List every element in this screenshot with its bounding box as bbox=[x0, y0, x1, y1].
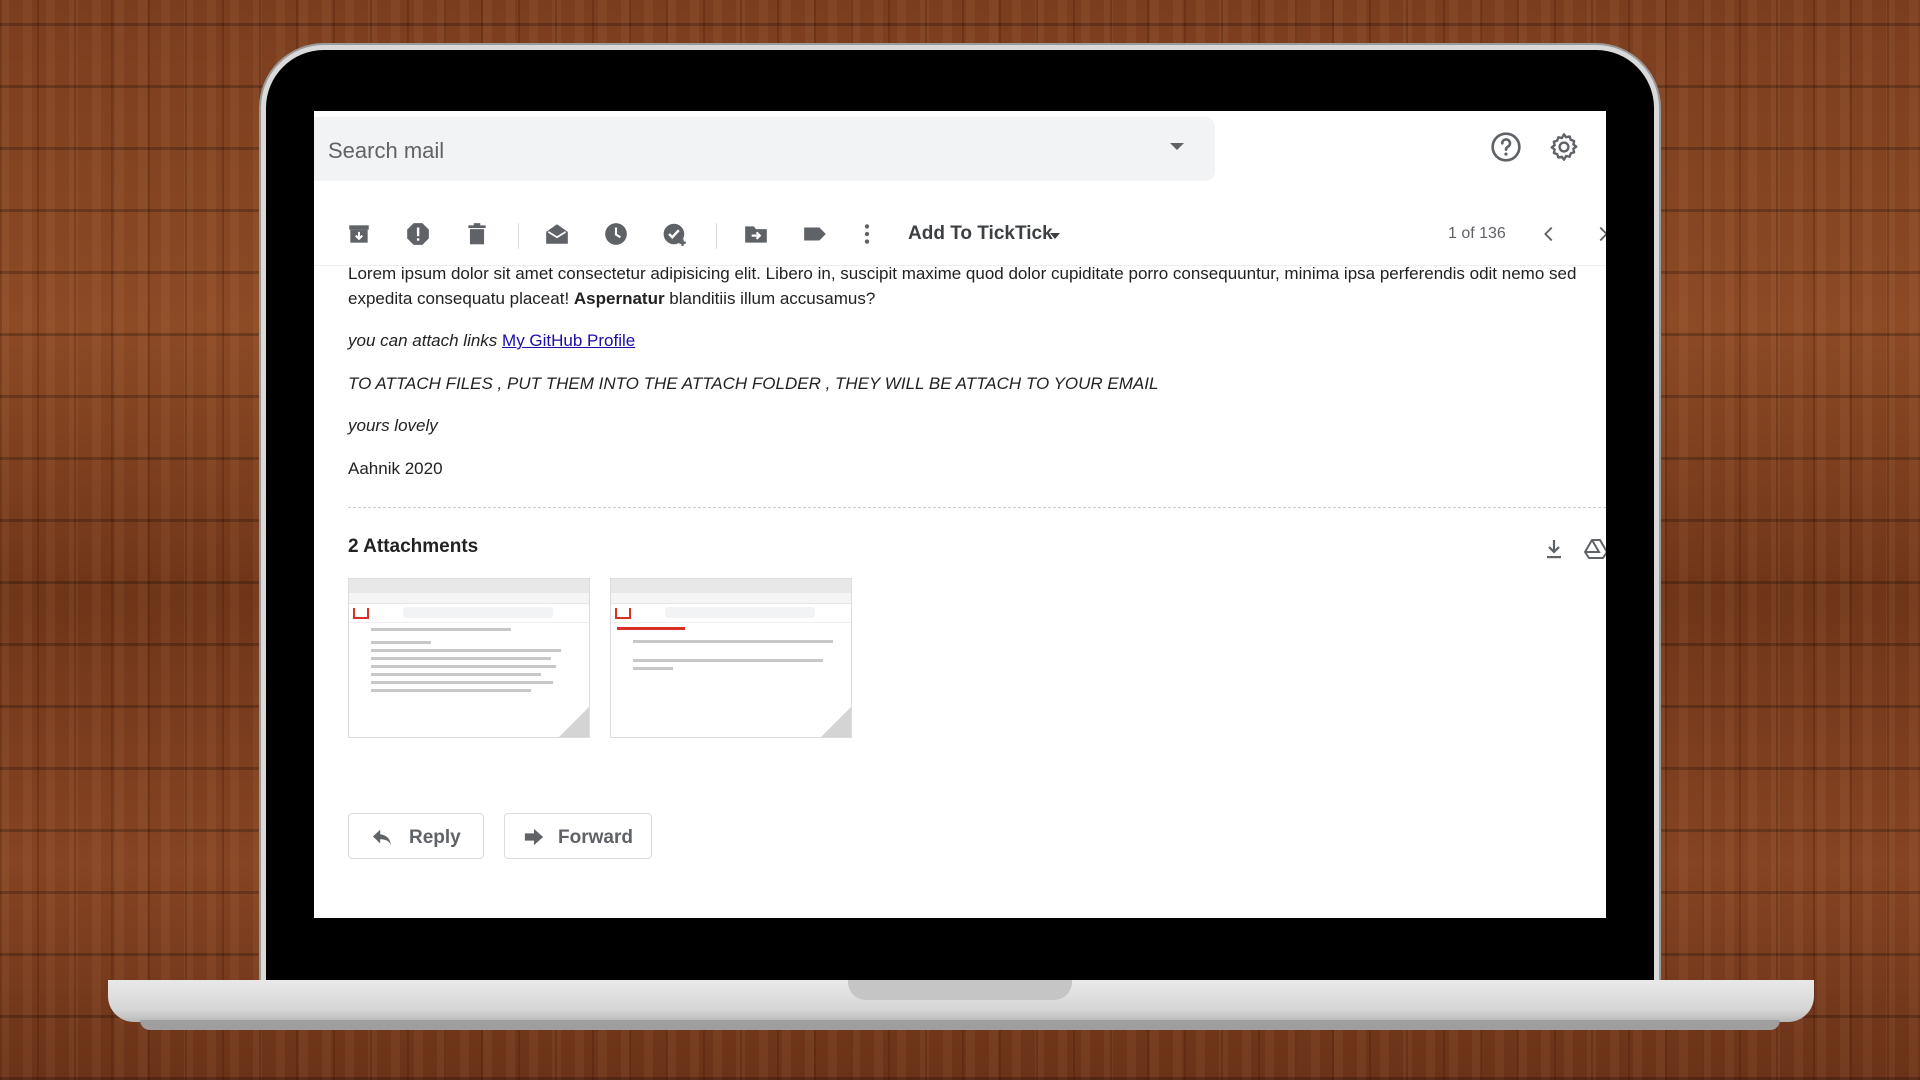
toolbar-separator bbox=[518, 223, 519, 249]
thumbnail-line bbox=[371, 689, 531, 692]
thumbnail-primary-tab bbox=[617, 627, 685, 630]
save-to-drive-icon[interactable] bbox=[1584, 537, 1606, 561]
forward-button[interactable]: Forward bbox=[504, 813, 652, 859]
laptop-base-shadow bbox=[140, 1020, 1780, 1030]
body-text-start: Lorem ipsum dolor sit amet consectetur a… bbox=[348, 264, 1577, 308]
snooze-clock-icon[interactable] bbox=[603, 221, 629, 247]
settings-gear-icon[interactable] bbox=[1548, 131, 1580, 163]
body-text-bold: Aspernatur bbox=[573, 289, 665, 308]
reply-arrow-icon bbox=[372, 829, 392, 846]
thumbnail-line bbox=[371, 657, 551, 660]
attachments-divider bbox=[348, 507, 1606, 508]
signature: Aahnik 2020 bbox=[348, 459, 443, 478]
gmail-screen: Search mail Add To TickTick 1 of 136 Lor… bbox=[314, 111, 1606, 918]
forward-label: Forward bbox=[558, 827, 633, 848]
reply-label: Reply bbox=[409, 827, 461, 848]
links-line: you can attach links My GitHub Profile bbox=[348, 328, 635, 353]
laptop-notch bbox=[848, 980, 1072, 1000]
add-to-tasks-icon[interactable] bbox=[662, 221, 688, 247]
thumbnail-search-bar bbox=[403, 607, 553, 618]
thumbnail-gmail-header bbox=[611, 604, 851, 623]
help-icon[interactable] bbox=[1490, 131, 1522, 163]
archive-icon[interactable] bbox=[346, 221, 372, 247]
search-placeholder: Search mail bbox=[328, 138, 445, 163]
thumbnail-gmail-header bbox=[349, 604, 589, 623]
github-profile-link[interactable]: My GitHub Profile bbox=[502, 331, 635, 350]
report-spam-icon[interactable] bbox=[405, 221, 431, 247]
gmail-logo-icon bbox=[353, 608, 369, 619]
mark-as-unread-icon[interactable] bbox=[544, 221, 570, 247]
thumbnail-line bbox=[371, 641, 431, 644]
thumbnail-line bbox=[371, 649, 561, 652]
thumbnail-line bbox=[371, 681, 553, 684]
move-to-folder-icon[interactable] bbox=[743, 221, 769, 247]
forward-arrow-icon bbox=[524, 828, 544, 846]
thumbnail-line bbox=[371, 665, 556, 668]
thumbnail-line bbox=[371, 673, 541, 676]
attach-files-line: TO ATTACH FILES , PUT THEM INTO THE ATTA… bbox=[348, 374, 1159, 393]
more-options-icon[interactable] bbox=[854, 221, 880, 247]
thumbnail-line bbox=[633, 659, 823, 662]
add-to-ticktick-button[interactable]: Add To TickTick bbox=[908, 223, 1053, 245]
ticktick-caret-icon[interactable] bbox=[1050, 233, 1060, 239]
thumbnail-line bbox=[633, 667, 673, 670]
thumbnail-address-bar bbox=[349, 593, 589, 604]
delete-trash-icon[interactable] bbox=[464, 221, 490, 247]
thumbnail-line bbox=[633, 640, 833, 643]
toolbar-separator bbox=[716, 223, 717, 249]
attachments-title: 2 Attachments bbox=[348, 536, 479, 557]
search-input[interactable]: Search mail bbox=[314, 117, 1215, 181]
thumbnail-browser-tabs bbox=[611, 579, 851, 593]
thumbnail-page-curl bbox=[559, 707, 589, 737]
message-body-paragraph: Lorem ipsum dolor sit amet consectetur a… bbox=[348, 261, 1606, 311]
gmail-logo-icon bbox=[615, 608, 631, 619]
chevron-left-icon[interactable] bbox=[1538, 223, 1560, 245]
thumbnail-browser-tabs bbox=[349, 579, 589, 593]
label-tag-icon[interactable] bbox=[802, 221, 828, 247]
attachment-thumbnail-2[interactable] bbox=[610, 578, 852, 738]
body-text-end: blanditiis illum accusamus? bbox=[664, 289, 876, 308]
attachment-thumbnail-1[interactable] bbox=[348, 578, 590, 738]
chevron-right-icon[interactable] bbox=[1592, 223, 1606, 245]
thumbnail-page-curl bbox=[821, 707, 851, 737]
thumbnail-line bbox=[371, 628, 511, 631]
closing-line: yours lovely bbox=[348, 416, 438, 435]
links-prefix: you can attach links bbox=[348, 331, 503, 350]
thumbnail-address-bar bbox=[611, 593, 851, 604]
reply-button[interactable]: Reply bbox=[348, 813, 484, 859]
top-bar: Search mail bbox=[314, 111, 1606, 191]
search-options-dropdown-icon[interactable] bbox=[1170, 143, 1184, 150]
message-toolbar: Add To TickTick 1 of 136 bbox=[314, 201, 1606, 266]
pagination-count: 1 of 136 bbox=[1448, 225, 1506, 242]
thumbnail-search-bar bbox=[665, 607, 815, 618]
download-all-icon[interactable] bbox=[1542, 537, 1566, 561]
